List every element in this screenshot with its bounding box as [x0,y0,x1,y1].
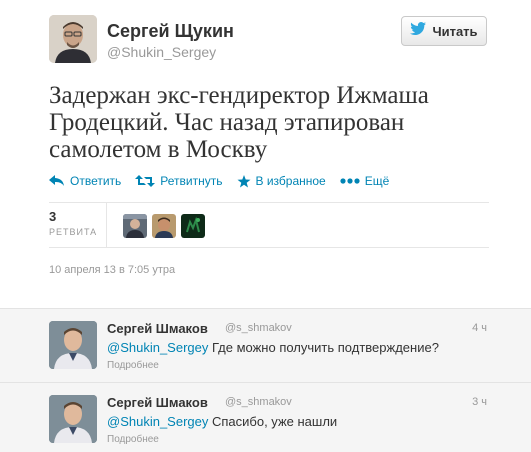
author-handle[interactable]: @Shukin_Sergey [107,44,216,60]
reply-body: Спасибо, уже нашли [208,414,338,429]
retweeter-avatar[interactable] [123,214,147,238]
retweet-action[interactable]: Ретвитнуть [135,174,223,188]
more-action-label: Ещё [364,174,390,188]
reply-avatar[interactable] [49,395,97,443]
reply-action[interactable]: Ответить [49,174,121,188]
retweet-icon [135,175,156,187]
twitter-bird-icon [410,22,427,40]
favorite-action[interactable]: В избранное [237,174,326,188]
reply-avatar[interactable] [49,321,97,369]
tweet-stats: 3 РЕТВИТА [49,203,489,247]
reply-text: @Shukin_Sergey Где можно получить подтве… [107,340,439,355]
author-avatar-image [49,15,97,63]
stats-separator [106,203,107,247]
follow-button-label: Читать [432,23,478,39]
retweeter-avatar[interactable] [181,214,205,238]
more-dots-icon [340,178,360,184]
reply-time[interactable]: 3 ч [472,396,487,408]
retweet-count[interactable]: 3 [49,209,56,224]
reply-author-name[interactable]: Сергей Шмаков [107,321,208,336]
tweet-text: Задержан экс-гендиректор Ижмаша Гродецки… [49,82,429,163]
star-icon [237,174,250,187]
stats-bottom-divider [49,247,489,248]
reply-icon [49,175,64,186]
reply-text: @Shukin_Sergey Спасибо, уже нашли [107,414,337,429]
reply-item[interactable]: Сергей Шмаков @s_shmakov 3 ч @Shukin_Ser… [0,383,531,452]
author-avatar[interactable] [49,15,97,63]
retweet-action-label: Ретвитнуть [160,174,223,188]
reply-author-handle[interactable]: @s_shmakov [225,322,292,334]
reply-body: Где можно получить подтверждение? [208,340,439,355]
more-action[interactable]: Ещё [340,174,390,188]
author-name[interactable]: Сергей Щукин [107,21,234,42]
retweet-count-label: РЕТВИТА [49,227,98,237]
reply-details-link[interactable]: Подробнее [107,434,159,445]
reply-mention[interactable]: @Shukin_Sergey [107,414,208,429]
follow-button[interactable]: Читать [401,16,487,46]
tweet-actions: Ответить Ретвитнуть В избранное Ещё [49,174,403,188]
reply-action-label: Ответить [70,174,122,188]
favorite-action-label: В избранное [255,174,326,188]
reply-time[interactable]: 4 ч [472,322,487,334]
reply-mention[interactable]: @Shukin_Sergey [107,340,208,355]
retweeter-avatar[interactable] [152,214,176,238]
tweet-timestamp[interactable]: 10 апреля 13 в 7:05 утра [49,264,175,276]
reply-author-handle[interactable]: @s_shmakov [225,396,292,408]
reply-item[interactable]: Сергей Шмаков @s_shmakov 4 ч @Shukin_Ser… [0,309,531,383]
reply-details-link[interactable]: Подробнее [107,360,159,371]
reply-author-name[interactable]: Сергей Шмаков [107,395,208,410]
tweet-card: Сергей Щукин @Shukin_Sergey Читать Задер… [0,0,531,306]
